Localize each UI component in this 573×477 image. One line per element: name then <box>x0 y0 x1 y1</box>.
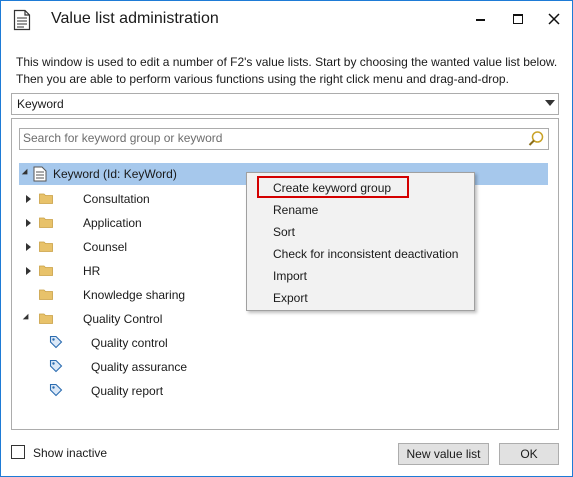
tree-keyword-row[interactable]: Quality report <box>19 379 319 401</box>
menu-item-label: Import <box>273 269 308 283</box>
expand-toggle-icon[interactable] <box>21 168 31 179</box>
folder-icon <box>39 288 53 302</box>
folder-icon <box>39 264 53 278</box>
minimize-icon <box>475 19 485 21</box>
expand-toggle-icon[interactable] <box>23 218 33 228</box>
show-inactive-checkbox[interactable] <box>11 445 25 459</box>
tree-keyword-label: Quality report <box>91 384 164 398</box>
tree-group-label: HR <box>83 264 101 278</box>
document-list-icon <box>13 9 31 31</box>
tree-group-label: Application <box>83 216 142 230</box>
highlight-annotation-box <box>257 176 409 198</box>
search-icon[interactable] <box>527 130 545 148</box>
instructions-text: This window is used to edit a number of … <box>16 54 561 88</box>
search-box[interactable] <box>19 128 549 150</box>
tag-icon <box>49 335 63 349</box>
new-value-list-button[interactable]: New value list <box>398 443 489 465</box>
tag-icon <box>49 359 63 373</box>
menu-item-sort[interactable]: Sort <box>248 221 473 243</box>
tree-keyword-row[interactable]: Quality assurance <box>19 355 319 377</box>
expand-toggle-icon[interactable] <box>23 266 33 276</box>
expand-toggle-icon[interactable] <box>23 242 33 252</box>
tree-keyword-row[interactable]: Quality control <box>19 331 319 353</box>
close-icon <box>548 13 560 25</box>
title-bar: Value list administration <box>1 1 572 39</box>
close-button[interactable] <box>539 7 569 31</box>
tree-group-label: Quality Control <box>83 312 163 326</box>
tree-group-label: Counsel <box>83 240 128 254</box>
value-list-dropdown[interactable]: Keyword <box>11 93 559 115</box>
folder-open-icon <box>39 312 53 326</box>
menu-item-import[interactable]: Import <box>248 265 473 287</box>
ok-button[interactable]: OK <box>499 443 559 465</box>
instructions-line-1: This window is used to edit a number of … <box>16 55 558 69</box>
menu-item-label: Check for inconsistent deactivation <box>273 247 459 261</box>
value-list-selected: Keyword <box>17 97 64 111</box>
tree-group-label: Consultation <box>83 192 150 206</box>
tree-root-label: Keyword (Id: KeyWord) <box>53 167 177 181</box>
tag-icon <box>49 383 63 397</box>
value-list-window: Value list administration This window is… <box>0 0 573 477</box>
tree-group-label: Knowledge sharing <box>83 288 186 302</box>
minimize-button[interactable] <box>465 7 495 31</box>
folder-icon <box>39 240 53 254</box>
menu-item-label: Rename <box>273 203 319 217</box>
tree-keyword-label: Quality control <box>91 336 168 350</box>
search-input[interactable] <box>23 130 523 146</box>
show-inactive-label[interactable]: Show inactive <box>33 446 107 460</box>
instructions-line-2: Then you are able to perform various fun… <box>16 72 509 86</box>
keyword-list-icon <box>33 166 47 182</box>
maximize-button[interactable] <box>503 7 533 31</box>
menu-item-label: Sort <box>273 225 296 239</box>
menu-item-rename[interactable]: Rename <box>248 199 473 221</box>
maximize-icon <box>513 14 523 24</box>
tree-keyword-label: Quality assurance <box>91 360 188 374</box>
menu-item-check-inconsistent-deactivation[interactable]: Check for inconsistent deactivation <box>248 243 473 265</box>
window-title: Value list administration <box>51 10 219 27</box>
menu-item-label: Export <box>273 291 308 305</box>
folder-icon <box>39 216 53 230</box>
menu-item-export[interactable]: Export <box>248 287 473 309</box>
chevron-down-icon <box>545 100 555 106</box>
expand-toggle-icon[interactable] <box>22 313 32 324</box>
folder-icon <box>39 192 53 206</box>
expand-toggle-icon[interactable] <box>23 194 33 204</box>
context-menu: Create keyword group Rename Sort Check f… <box>246 172 475 311</box>
